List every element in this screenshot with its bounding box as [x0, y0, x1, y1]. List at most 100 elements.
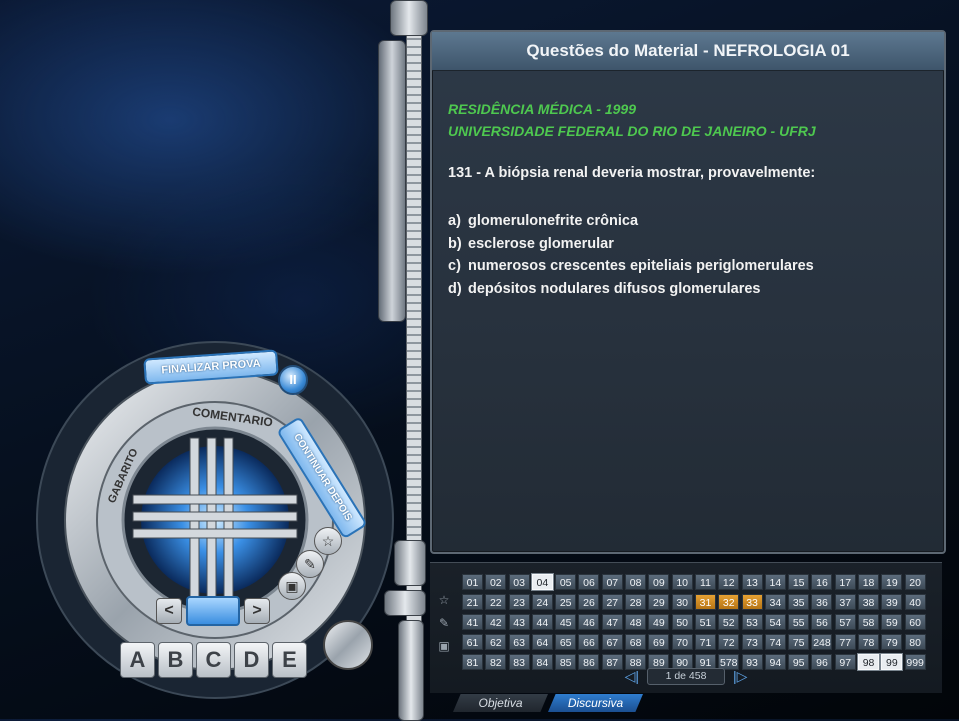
- question-number-cell[interactable]: 66: [578, 634, 600, 650]
- question-number-cell[interactable]: 39: [881, 594, 903, 610]
- answer-a-button[interactable]: A: [120, 642, 155, 678]
- answer-b-button[interactable]: B: [158, 642, 193, 678]
- tab-discursiva[interactable]: Discursiva: [548, 694, 643, 712]
- question-number-cell[interactable]: 58: [858, 614, 880, 630]
- question-number-cell[interactable]: 41: [462, 614, 483, 630]
- question-number-cell[interactable]: 43: [508, 614, 530, 630]
- question-number-cell[interactable]: 36: [811, 594, 833, 610]
- question-number-cell[interactable]: 248: [811, 634, 833, 650]
- question-number-cell[interactable]: 04: [530, 573, 554, 591]
- question-number-cell[interactable]: 21: [462, 594, 483, 610]
- question-number-cell[interactable]: 62: [485, 634, 507, 650]
- question-number-cell[interactable]: 60: [904, 614, 926, 630]
- question-number-cell[interactable]: 24: [531, 594, 553, 610]
- question-number-cell[interactable]: 35: [788, 594, 810, 610]
- question-number-cell[interactable]: 30: [671, 594, 693, 610]
- question-number-cell[interactable]: 71: [694, 634, 716, 650]
- question-number-cell[interactable]: 52: [718, 614, 740, 630]
- question-number-cell[interactable]: 29: [648, 594, 670, 610]
- answer-option[interactable]: c) numerosos crescentes epiteliais perigl…: [448, 255, 814, 278]
- question-number-cell[interactable]: 22: [485, 594, 507, 610]
- question-number-cell[interactable]: 75: [788, 634, 810, 650]
- question-number-cell[interactable]: 02: [485, 574, 507, 590]
- question-number-cell[interactable]: 23: [508, 594, 530, 610]
- question-number-cell[interactable]: 08: [625, 574, 647, 590]
- question-number-cell[interactable]: 19: [881, 574, 903, 590]
- question-number-cell[interactable]: 40: [904, 594, 926, 610]
- question-number-cell[interactable]: 03: [508, 574, 530, 590]
- question-number-cell[interactable]: 54: [764, 614, 786, 630]
- question-number-cell[interactable]: 31: [694, 594, 716, 610]
- answer-e-button[interactable]: E: [272, 642, 307, 678]
- edit-icon[interactable]: ✎: [433, 616, 455, 634]
- question-number-cell[interactable]: 10: [671, 574, 693, 590]
- question-number-cell[interactable]: 13: [741, 574, 763, 590]
- question-number-cell[interactable]: 64: [531, 634, 553, 650]
- question-number-cell[interactable]: 78: [858, 634, 880, 650]
- question-number-cell[interactable]: 45: [555, 614, 577, 630]
- question-number-cell[interactable]: 70: [671, 634, 693, 650]
- question-number-cell[interactable]: 16: [811, 574, 833, 590]
- question-number-cell[interactable]: 14: [764, 574, 786, 590]
- question-number-cell[interactable]: 55: [788, 614, 810, 630]
- question-number-cell[interactable]: 26: [578, 594, 600, 610]
- flag-document-icon[interactable]: ▣: [278, 572, 306, 600]
- tab-objetiva[interactable]: Objetiva: [453, 694, 548, 712]
- question-number-cell[interactable]: 63: [508, 634, 530, 650]
- question-number-cell[interactable]: 57: [834, 614, 856, 630]
- question-number-cell[interactable]: 33: [741, 594, 763, 610]
- question-number-cell[interactable]: 38: [858, 594, 880, 610]
- question-number-cell[interactable]: 32: [718, 594, 740, 610]
- question-number-cell[interactable]: 06: [578, 574, 600, 590]
- question-number-cell[interactable]: 44: [531, 614, 553, 630]
- center-nav-button[interactable]: [186, 596, 240, 626]
- question-number-cell[interactable]: 72: [718, 634, 740, 650]
- question-number-cell[interactable]: 53: [741, 614, 763, 630]
- question-number-cell[interactable]: 25: [555, 594, 577, 610]
- question-number-cell[interactable]: 42: [485, 614, 507, 630]
- bookmark-star-icon[interactable]: ☆: [314, 527, 342, 555]
- question-number-cell[interactable]: 34: [764, 594, 786, 610]
- question-number-cell[interactable]: 61: [462, 634, 483, 650]
- question-number-cell[interactable]: 67: [601, 634, 623, 650]
- answer-d-button[interactable]: D: [234, 642, 269, 678]
- answer-c-button[interactable]: C: [196, 642, 231, 678]
- question-number-cell[interactable]: 46: [578, 614, 600, 630]
- question-number-cell[interactable]: 09: [648, 574, 670, 590]
- question-number-cell[interactable]: 01: [462, 574, 483, 590]
- question-number-cell[interactable]: 51: [694, 614, 716, 630]
- next-page-icon[interactable]: |▷: [733, 668, 747, 685]
- question-number-cell[interactable]: 05: [555, 574, 577, 590]
- question-number-cell[interactable]: 12: [718, 574, 740, 590]
- question-number-cell[interactable]: 73: [741, 634, 763, 650]
- question-number-cell[interactable]: 28: [625, 594, 647, 610]
- answer-option[interactable]: d) depósitos nodulares difusos glomerular…: [448, 278, 814, 301]
- question-number-cell[interactable]: 49: [648, 614, 670, 630]
- previous-page-icon[interactable]: ◁|: [625, 668, 639, 685]
- question-number-cell[interactable]: 80: [904, 634, 926, 650]
- question-number-cell[interactable]: 77: [834, 634, 856, 650]
- question-number-cell[interactable]: 17: [834, 574, 856, 590]
- question-number-cell[interactable]: 47: [601, 614, 623, 630]
- question-number-cell[interactable]: 20: [904, 574, 926, 590]
- question-number-cell[interactable]: 68: [625, 634, 647, 650]
- question-number-cell[interactable]: 07: [601, 574, 623, 590]
- question-number-cell[interactable]: 50: [671, 614, 693, 630]
- next-question-button[interactable]: >: [244, 598, 270, 624]
- question-number-cell[interactable]: 27: [601, 594, 623, 610]
- pause-button[interactable]: II: [278, 365, 308, 395]
- previous-question-button[interactable]: <: [156, 598, 182, 624]
- document-icon[interactable]: ▣: [433, 639, 455, 657]
- question-number-cell[interactable]: 18: [858, 574, 880, 590]
- answer-option[interactable]: b) esclerose glomerular: [448, 233, 814, 256]
- question-number-cell[interactable]: 37: [834, 594, 856, 610]
- question-number-cell[interactable]: 59: [881, 614, 903, 630]
- question-number-cell[interactable]: 11: [694, 574, 716, 590]
- question-number-cell[interactable]: 48: [625, 614, 647, 630]
- question-number-cell[interactable]: 65: [555, 634, 577, 650]
- question-number-cell[interactable]: 79: [881, 634, 903, 650]
- question-number-cell[interactable]: 74: [764, 634, 786, 650]
- star-icon[interactable]: ☆: [433, 593, 455, 611]
- answer-option[interactable]: a) glomerulonefrite crônica: [448, 210, 814, 233]
- question-number-cell[interactable]: 56: [811, 614, 833, 630]
